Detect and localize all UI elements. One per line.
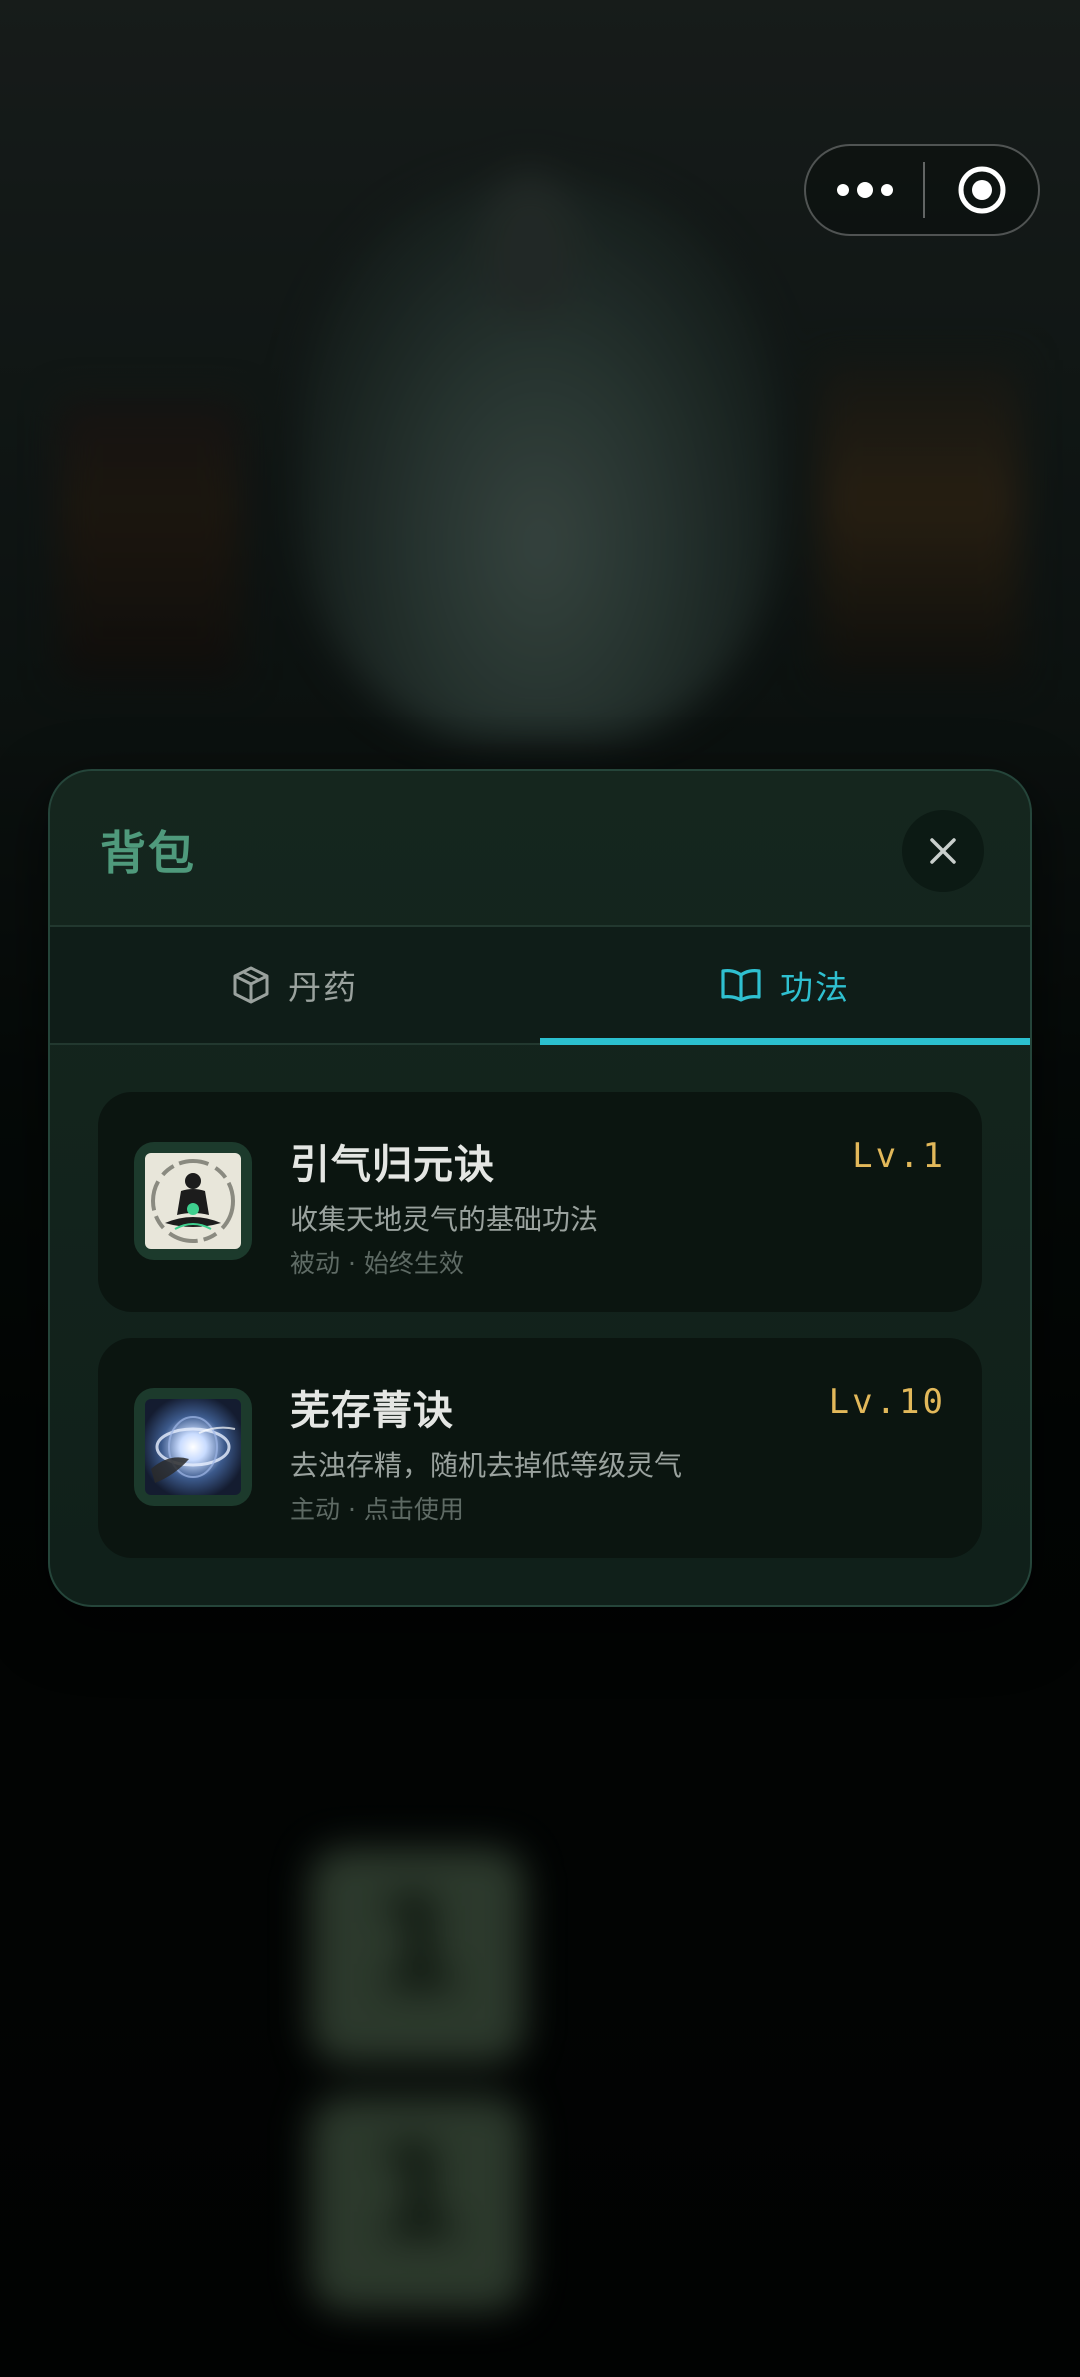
close-x-icon bbox=[930, 838, 956, 864]
skill-level: Lv.10 bbox=[828, 1382, 946, 1422]
tab-bar: 丹药 功法 bbox=[50, 927, 1030, 1045]
panel-header: 背包 bbox=[50, 771, 1030, 927]
more-dots-icon bbox=[856, 182, 873, 198]
backpack-panel: 背包 丹药 功法 引气归元诀 Lv.1 收集天地灵气的基础功法 被动 · 始终生… bbox=[48, 769, 1032, 1607]
more-dots-icon bbox=[880, 184, 893, 196]
tab-skills-label: 功法 bbox=[780, 968, 850, 1007]
book-icon bbox=[721, 969, 761, 1002]
record-target-icon bbox=[958, 166, 1005, 214]
screen: 1 1 背包 丹药 功法 引气归元诀 Lv.1 收集天地灵气的基础功法 被动 ·… bbox=[0, 0, 1080, 2377]
skill-icon-frame bbox=[134, 1142, 252, 1260]
skill-meta: 被动 · 始终生效 bbox=[290, 1249, 464, 1278]
active-tab-indicator bbox=[540, 1038, 1030, 1045]
close-button[interactable] bbox=[902, 810, 984, 892]
skill-item[interactable]: 引气归元诀 Lv.1 收集天地灵气的基础功法 被动 · 始终生效 bbox=[98, 1092, 982, 1312]
box-icon bbox=[233, 966, 269, 1004]
skill-name: 芜存菁诀 bbox=[290, 1388, 454, 1434]
skill-name: 引气归元诀 bbox=[290, 1142, 495, 1188]
tab-pills-label: 丹药 bbox=[288, 968, 358, 1007]
miniprogram-capsule bbox=[804, 144, 1040, 236]
panel-title: 背包 bbox=[100, 826, 196, 880]
skill-icon-frame bbox=[134, 1388, 252, 1506]
tab-skills[interactable]: 功法 bbox=[540, 927, 1030, 1045]
skill-meta: 主动 · 点击使用 bbox=[290, 1495, 464, 1524]
skill-level: Lv.1 bbox=[852, 1136, 946, 1176]
more-dots-icon bbox=[836, 184, 849, 196]
skill-list: 引气归元诀 Lv.1 收集天地灵气的基础功法 被动 · 始终生效 芜存菁诀 Lv… bbox=[50, 1045, 1030, 1558]
exit-miniprogram-button[interactable] bbox=[925, 146, 1038, 234]
more-button[interactable] bbox=[806, 146, 923, 234]
skill-description: 收集天地灵气的基础功法 bbox=[290, 1203, 599, 1236]
skill-item[interactable]: 芜存菁诀 Lv.10 去浊存精，随机去掉低等级灵气 主动 · 点击使用 bbox=[98, 1338, 982, 1558]
tab-pills[interactable]: 丹药 bbox=[50, 927, 540, 1043]
skill-description: 去浊存精，随机去掉低等级灵气 bbox=[290, 1449, 683, 1482]
vortex-icon bbox=[145, 1399, 241, 1495]
meditating-figure-icon bbox=[145, 1153, 241, 1249]
